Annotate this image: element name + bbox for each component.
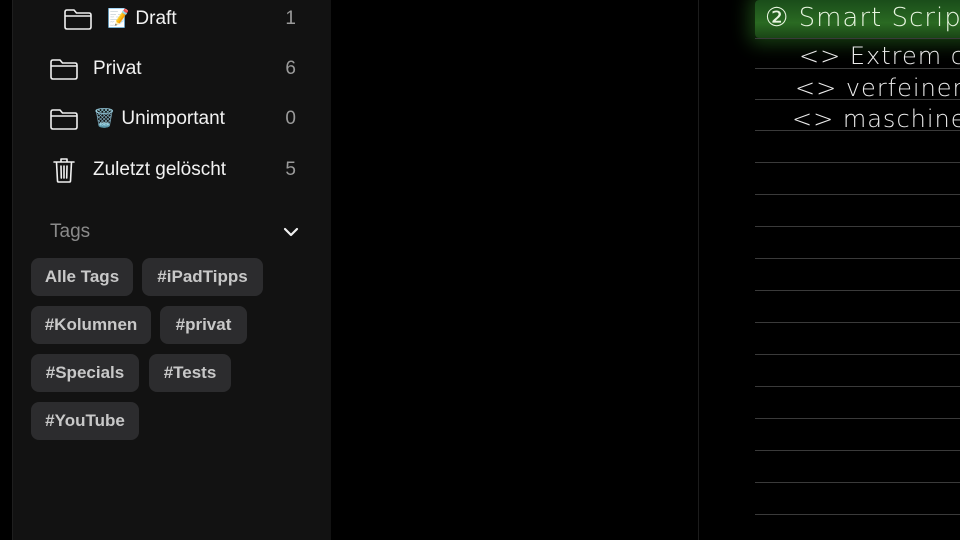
- folder-row-privat[interactable]: Privat 6: [13, 44, 331, 94]
- folder-icon: [63, 6, 93, 32]
- ruled-line: [755, 354, 960, 355]
- tag-chip-youtube[interactable]: #YouTube: [31, 402, 139, 440]
- folder-count: 5: [285, 159, 296, 180]
- note-canvas[interactable]: ② Smart Script <> Extrem co <> verfeiner…: [699, 0, 960, 540]
- tags-section-header[interactable]: Tags: [50, 216, 300, 248]
- ruled-line: [755, 258, 960, 259]
- folder-label: 🗑️ Unimportant: [93, 108, 225, 129]
- trash-icon: [49, 157, 79, 183]
- folder-icon: [49, 106, 79, 132]
- tag-chip-ipadtipps[interactable]: #iPadTipps: [142, 258, 263, 296]
- ruled-line: [755, 322, 960, 323]
- ruled-line: [755, 482, 960, 483]
- ruled-line: [755, 38, 960, 39]
- handwritten-line: <> maschinelle: [792, 105, 960, 133]
- ruled-line: [755, 418, 960, 419]
- folder-count: 0: [285, 108, 296, 129]
- note-list-pane: [331, 0, 699, 540]
- folder-row-draft[interactable]: 📝 Draft 1: [13, 0, 331, 44]
- sidebar: 📝 Draft 1 Privat 6 🗑️ Unimportant 0 Zuletz…: [12, 0, 332, 540]
- folder-label: Privat: [93, 58, 142, 79]
- tag-chip-kolumnen[interactable]: #Kolumnen: [31, 306, 151, 344]
- ruled-line: [755, 386, 960, 387]
- folder-count: 6: [285, 58, 296, 79]
- handwritten-heading: ② Smart Script: [765, 3, 960, 33]
- folder-label: Zuletzt gelöscht: [93, 159, 227, 180]
- ruled-line: [755, 162, 960, 163]
- ruled-line: [755, 290, 960, 291]
- chevron-down-icon[interactable]: [282, 223, 300, 241]
- tag-chip-specials[interactable]: #Specials: [31, 354, 139, 392]
- tags-title: Tags: [50, 221, 91, 242]
- folder-row-unimportant[interactable]: 🗑️ Unimportant 0: [13, 94, 331, 144]
- folder-icon: [49, 56, 79, 82]
- ruled-line: [755, 450, 960, 451]
- ruled-line: [755, 514, 960, 515]
- folder-row-recently-deleted[interactable]: Zuletzt gelöscht 5: [13, 145, 331, 195]
- handwritten-line: <> verfeinert b: [795, 74, 960, 102]
- folder-count: 1: [285, 8, 296, 29]
- ruled-line: [755, 226, 960, 227]
- tag-chip-tests[interactable]: #Tests: [149, 354, 231, 392]
- handwritten-line: <> Extrem co: [799, 42, 960, 70]
- folder-label: 📝 Draft: [107, 8, 177, 29]
- tag-chip-alle-tags[interactable]: Alle Tags: [31, 258, 133, 296]
- tag-chip-privat[interactable]: #privat: [160, 306, 247, 344]
- ruled-line: [755, 194, 960, 195]
